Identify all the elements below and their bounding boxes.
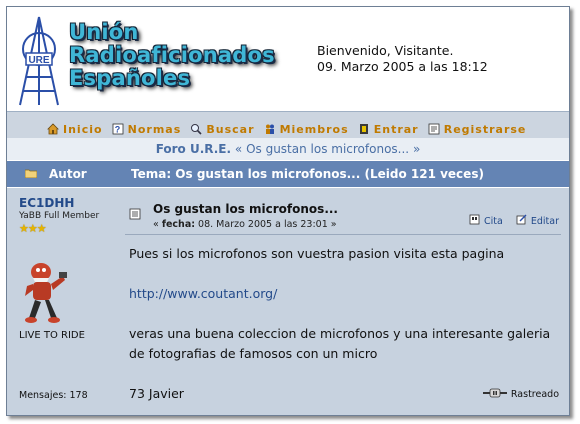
menu-normas[interactable]: ? Normas [112, 123, 182, 136]
site-title-line: Unión [69, 20, 139, 44]
menu-label: Miembros [279, 123, 349, 136]
search-icon [191, 124, 202, 135]
site-title-line: Españoles [69, 66, 191, 90]
meta-label: fecha: [161, 219, 196, 230]
folder-icon [25, 169, 37, 178]
menu-label: Registrarse [443, 123, 527, 136]
menu-label: Entrar [373, 123, 419, 136]
tracked-indicator: Rastreado [482, 388, 559, 400]
menu-registrarse[interactable]: Registrarse [428, 123, 527, 136]
edit-button[interactable]: Editar [516, 214, 559, 227]
ip-logged-icon [482, 388, 507, 398]
menu-label: Normas [127, 123, 182, 136]
menu-miembros[interactable]: Miembros [264, 123, 349, 136]
breadcrumb-separator: « [234, 142, 243, 156]
menu-label: Buscar [206, 123, 255, 136]
menu-label: Inicio [63, 123, 103, 136]
forum-page: URE Unión Radioaficionados Españoles Bie… [6, 6, 570, 416]
welcome-panel: Bienvenido, Visitante. 09. Marzo 2005 a … [317, 43, 488, 75]
home-icon [47, 123, 59, 135]
post-divider [125, 234, 561, 235]
posts-count: Mensajes: 178 [19, 390, 88, 401]
menu-buscar[interactable]: Buscar [190, 123, 254, 136]
message-icon [129, 208, 141, 220]
topic-header-bar: Autor Tema: Os gustan los microfonos... … [7, 161, 569, 187]
poster-name[interactable]: EC1DHH [19, 196, 74, 210]
logo-text: URE [28, 55, 49, 66]
current-datetime: 09. Marzo 2005 a las 18:12 [317, 59, 488, 74]
tracked-label: Rastreado [510, 389, 559, 400]
topic-title: Tema: Os gustan los microfonos... (Leido… [131, 167, 484, 181]
help-icon: ? [112, 123, 124, 135]
post-link[interactable]: http://www.coutant.org/ [129, 286, 277, 301]
register-icon [428, 123, 440, 135]
svg-text:?: ? [114, 125, 121, 135]
welcome-text: Bienvenido, Visitante. [317, 43, 454, 58]
site-header: URE Unión Radioaficionados Españoles Bie… [7, 7, 569, 111]
post: EC1DHH YaBB Full Member ★★★ LIVE TO RIDE… [7, 188, 569, 415]
quote-label: Cita [484, 216, 503, 227]
poster-rank: YaBB Full Member [19, 211, 100, 221]
quote-icon [469, 214, 480, 225]
menu-inicio[interactable]: Inicio [47, 123, 103, 136]
breadcrumb: Foro U.R.E. « Os gustan los microfonos..… [7, 138, 569, 160]
login-icon [359, 124, 368, 134]
poster-motto: LIVE TO RIDE [19, 330, 85, 341]
post-subject[interactable]: Os gustan los microfonos... [153, 202, 338, 216]
post-paragraph: veras una buena coleccion de microfonos … [129, 326, 551, 361]
post-meta: « fecha: 08. Marzo 2005 a las 23:01 » [153, 219, 337, 230]
ure-logo: URE [19, 16, 59, 106]
post-paragraph: Pues si los microfonos son vuestra pasio… [129, 246, 505, 261]
author-column-label: Autor [49, 167, 87, 181]
breadcrumb-end: » [412, 142, 421, 156]
main-menu: Inicio ? Normas Buscar Miembros Entrar Re… [7, 111, 569, 139]
menu-entrar[interactable]: Entrar [358, 123, 419, 136]
post-date: 08. Marzo 2005 a las 23:01 » [195, 219, 337, 230]
breadcrumb-topic-link[interactable]: Os gustan los microfonos... [246, 142, 409, 156]
members-icon [265, 124, 274, 134]
edit-icon [516, 214, 527, 225]
breadcrumb-forum-link[interactable]: Foro U.R.E. [156, 142, 231, 156]
site-title-line: Radioaficionados [69, 43, 275, 67]
quote-button[interactable]: Cita [469, 214, 513, 227]
edit-label: Editar [530, 216, 559, 227]
meta-prefix: « [153, 219, 162, 230]
rank-stars: ★★★ [19, 222, 47, 235]
avatar [25, 263, 67, 323]
site-title: Unión Radioaficionados Españoles [69, 21, 275, 90]
post-actions: Cita Editar [469, 214, 559, 227]
